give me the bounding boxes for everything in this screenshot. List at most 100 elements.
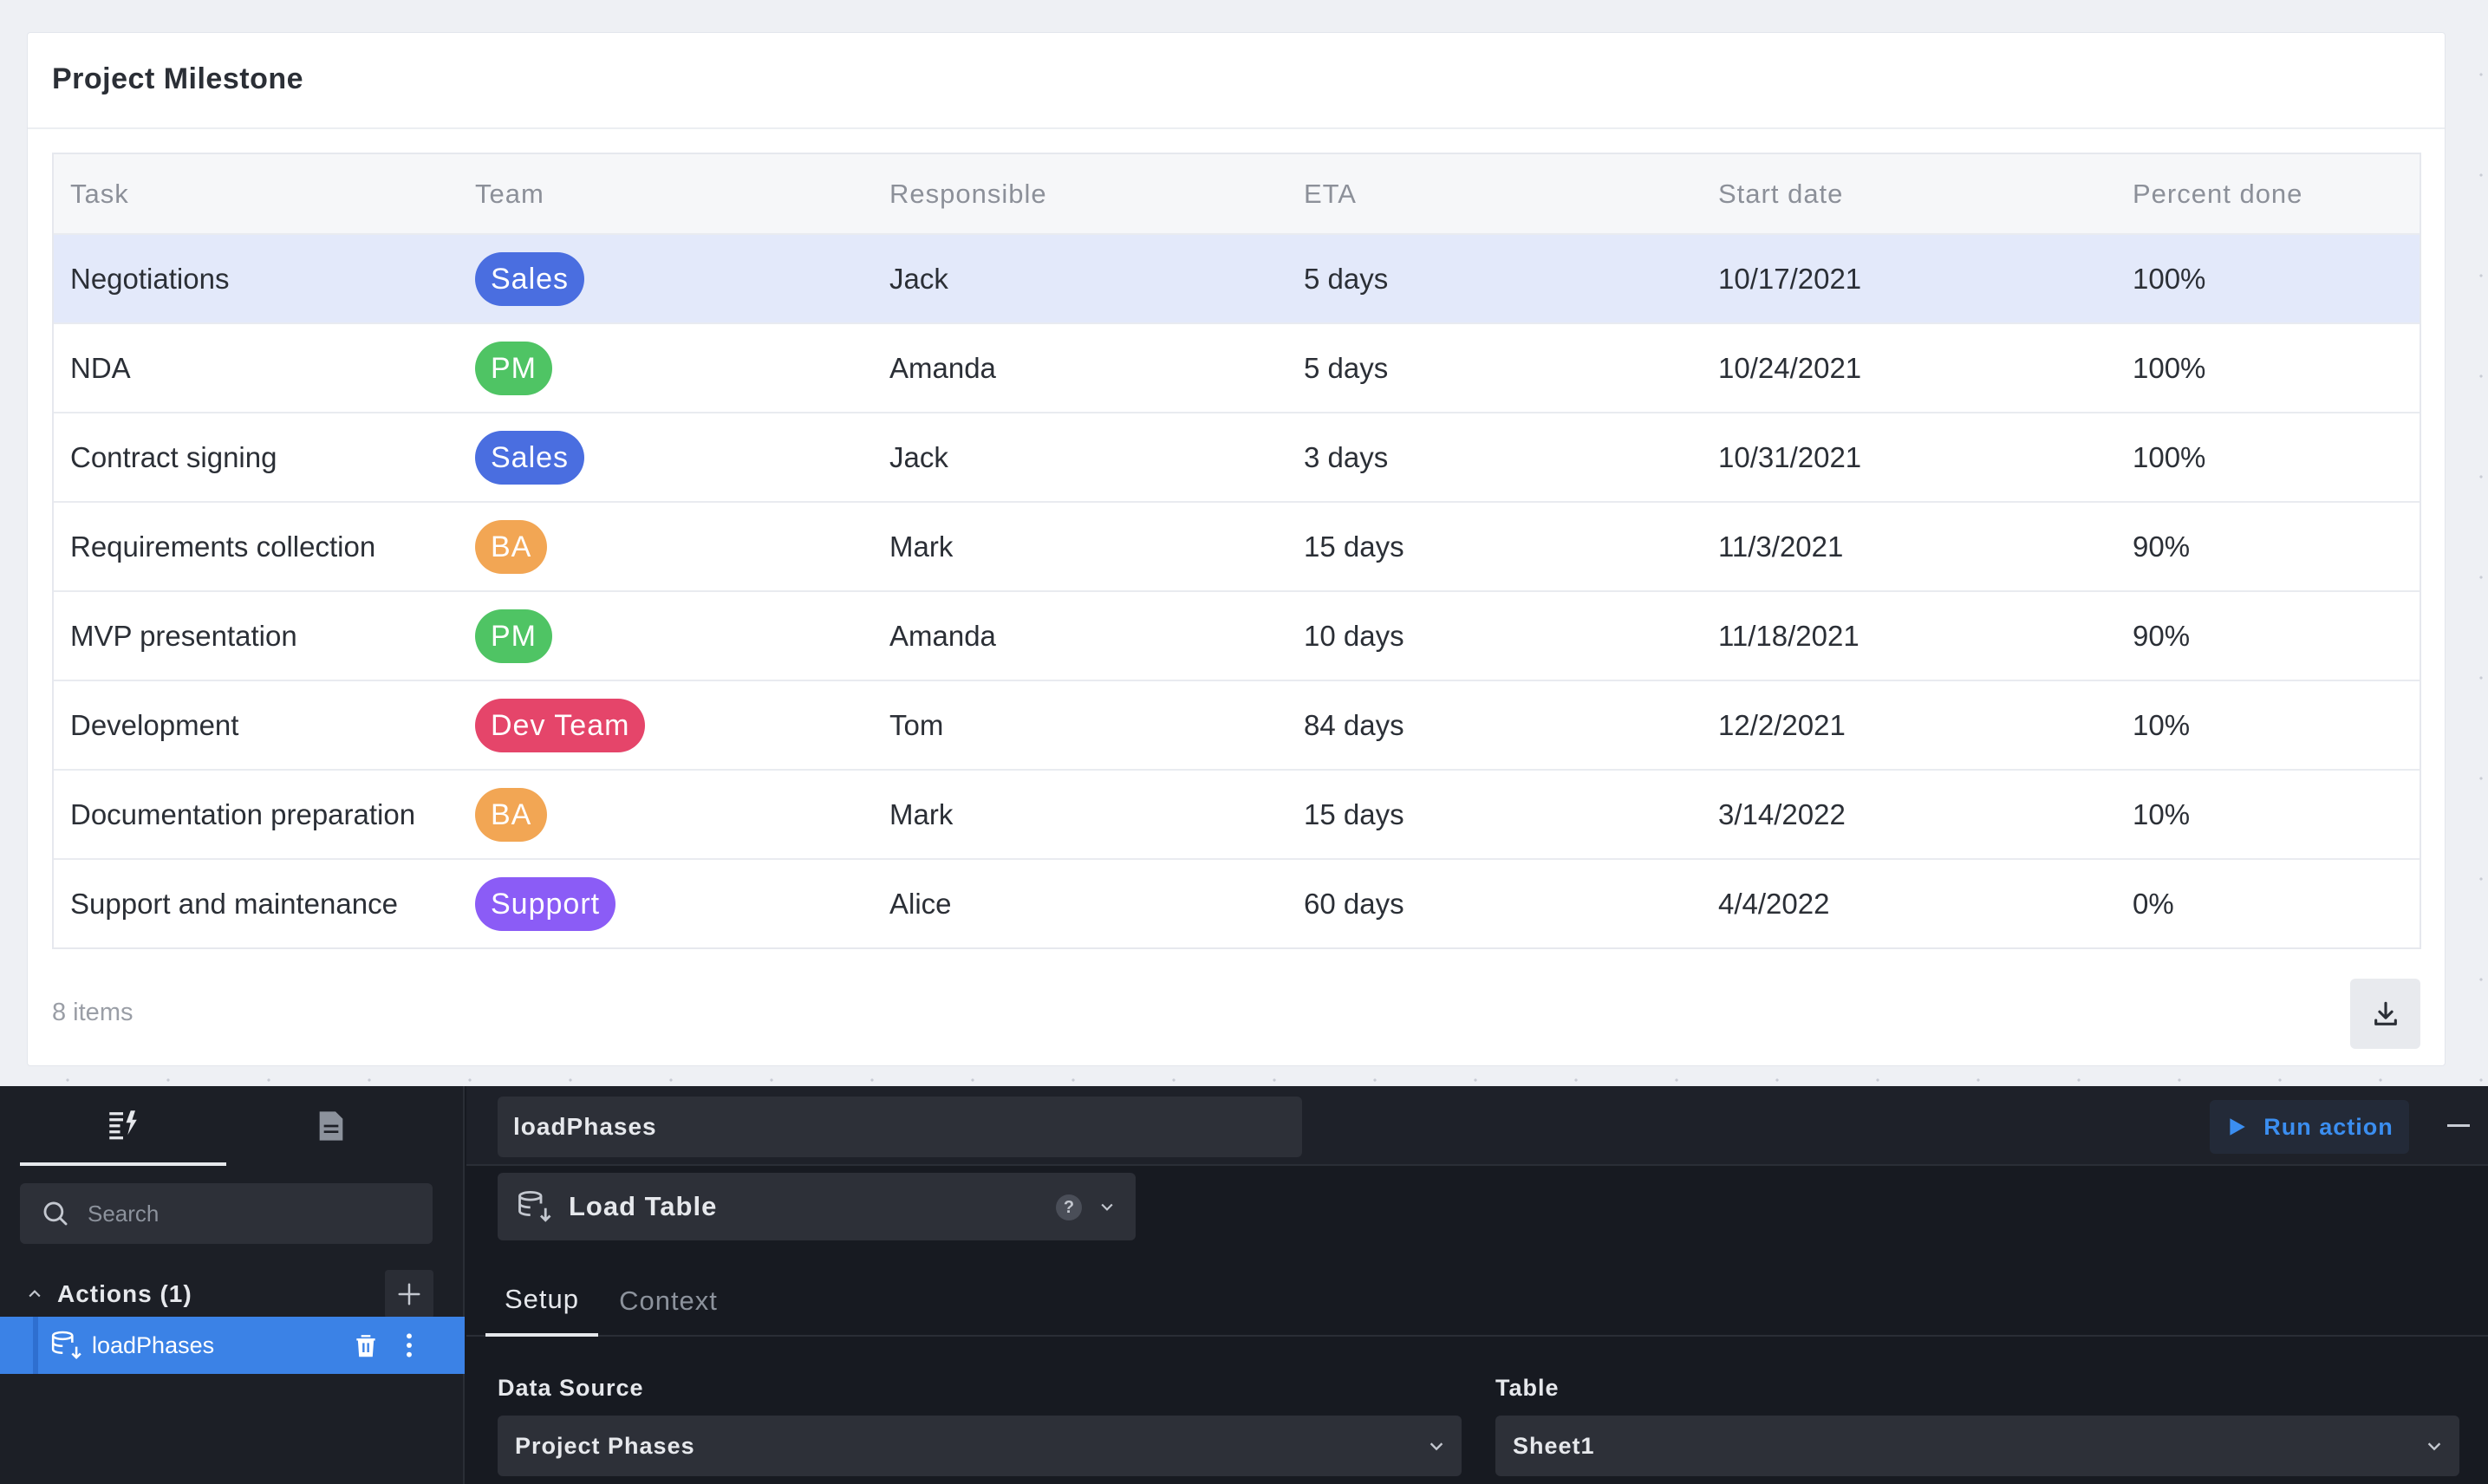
column-header-start-date[interactable]: Start date	[1702, 179, 2116, 210]
action-item-label: loadPhases	[92, 1331, 215, 1358]
more-options-icon[interactable]	[404, 1331, 414, 1359]
cell-team: Sales	[459, 430, 873, 485]
cell-start-date: 12/2/2021	[1718, 708, 1846, 741]
chevron-up-icon	[29, 1290, 41, 1298]
chevron-down-icon	[1101, 1203, 1113, 1211]
cell-start-date: 11/18/2021	[1718, 619, 1859, 652]
team-badge: Sales	[475, 251, 585, 306]
cell-task: Requirements collection	[70, 530, 376, 563]
delete-icon[interactable]	[352, 1331, 380, 1359]
table-select[interactable]: Sheet1	[1495, 1416, 2459, 1476]
tab-context[interactable]: Context	[605, 1266, 732, 1337]
table-value: Sheet1	[1513, 1432, 1595, 1459]
cell-eta: 3 days	[1304, 440, 1389, 473]
table-row[interactable]: Contract signing Sales Jack 3 days 10/31/202…	[54, 412, 2420, 501]
search-icon	[43, 1201, 68, 1226]
cell-percent-done: 90%	[2133, 530, 2191, 563]
cell-team: Support	[459, 876, 873, 931]
tab-actions[interactable]	[20, 1086, 226, 1166]
load-table-icon	[51, 1331, 81, 1360]
cell-responsible: Amanda	[889, 619, 996, 652]
cell-start-date: 4/4/2022	[1718, 887, 1830, 920]
cell-start-date: 11/3/2021	[1718, 530, 1844, 563]
data-table: Task Team Responsible ETA Start date Per…	[52, 153, 2421, 949]
action-item-loadphases[interactable]: loadPhases	[0, 1317, 465, 1374]
cell-eta: 10 days	[1304, 619, 1404, 652]
data-source-label: Data Source	[498, 1375, 644, 1401]
actions-group-header[interactable]: Actions (1)	[26, 1270, 433, 1318]
cell-team: PM	[459, 609, 873, 663]
actions-icon	[109, 1110, 137, 1140]
action-toolbar: loadPhases Run action	[466, 1086, 2488, 1166]
table-row[interactable]: Development Dev Team Tom 84 days 12/2/2021 10…	[54, 680, 2420, 769]
divider	[28, 127, 2445, 129]
team-badge: Sales	[475, 430, 585, 485]
config-tabs: Setup Context	[466, 1266, 2488, 1337]
table-row[interactable]: Requirements collection BA Mark 15 days 11/3…	[54, 501, 2420, 590]
cell-eta: 15 days	[1304, 530, 1404, 563]
cell-task: Documentation preparation	[70, 797, 416, 830]
column-header-task[interactable]: Task	[54, 179, 459, 210]
column-header-percent-done[interactable]: Percent done	[2116, 179, 2420, 210]
column-header-responsible[interactable]: Responsible	[873, 179, 1287, 210]
cell-percent-done: 100%	[2133, 262, 2206, 295]
cell-task: Development	[70, 708, 239, 741]
cell-responsible: Jack	[889, 440, 948, 473]
cell-responsible: Jack	[889, 262, 948, 295]
cell-responsible: Mark	[889, 530, 954, 563]
play-icon	[2230, 1118, 2245, 1136]
cell-start-date: 3/14/2022	[1718, 797, 1846, 830]
cell-task: Support and maintenance	[70, 887, 398, 920]
run-action-label: Run action	[2263, 1113, 2394, 1140]
cell-percent-done: 100%	[2133, 351, 2206, 384]
cell-task: NDA	[70, 351, 131, 384]
search-box	[20, 1183, 433, 1244]
add-action-button[interactable]	[385, 1270, 433, 1318]
minimize-icon[interactable]	[2447, 1124, 2470, 1127]
data-source-value: Project Phases	[515, 1432, 695, 1459]
document-icon	[319, 1111, 343, 1141]
items-count: 8 items	[52, 999, 134, 1026]
cell-responsible: Alice	[889, 887, 952, 920]
table-row[interactable]: Negotiations Sales Jack 5 days 10/17/2021 100…	[54, 233, 2420, 322]
plus-icon	[398, 1283, 420, 1305]
data-source-select[interactable]: Project Phases	[498, 1416, 1462, 1476]
cell-team: BA	[459, 787, 873, 842]
cell-percent-done: 90%	[2133, 619, 2191, 652]
chevron-down-icon	[2427, 1442, 2441, 1451]
table-row[interactable]: Support and maintenance Support Alice 60 da…	[54, 858, 2420, 947]
table-row[interactable]: MVP presentation PM Amanda 10 days 11/18/202…	[54, 590, 2420, 680]
column-header-team[interactable]: Team	[459, 179, 873, 210]
cell-eta: 60 days	[1304, 887, 1404, 920]
load-table-icon	[518, 1190, 551, 1222]
cell-team: BA	[459, 519, 873, 574]
action-type-label: Load Table	[569, 1191, 718, 1221]
table-row[interactable]: NDA PM Amanda 5 days 10/24/2021 100%	[54, 322, 2420, 412]
team-badge: PM	[475, 341, 552, 395]
cell-percent-done: 10%	[2133, 797, 2191, 830]
table-label: Table	[1495, 1375, 1560, 1401]
column-header-eta[interactable]: ETA	[1287, 179, 1702, 210]
action-config: loadPhases Run action Load Table ? Setup…	[466, 1086, 2488, 1484]
selection-indicator	[33, 1317, 38, 1374]
cell-start-date: 10/31/2021	[1718, 440, 1862, 473]
action-name-input[interactable]: loadPhases	[498, 1097, 1302, 1157]
team-badge: BA	[475, 519, 548, 574]
cell-eta: 5 days	[1304, 262, 1389, 295]
cell-percent-done: 0%	[2133, 887, 2174, 920]
cell-eta: 5 days	[1304, 351, 1389, 384]
help-icon[interactable]: ?	[1056, 1194, 1082, 1220]
table-row[interactable]: Documentation preparation BA Mark 15 days 3/…	[54, 769, 2420, 858]
chevron-down-icon	[1430, 1442, 1443, 1451]
run-action-button[interactable]: Run action	[2210, 1100, 2409, 1154]
cell-percent-done: 10%	[2133, 708, 2191, 741]
tab-documents[interactable]	[228, 1086, 434, 1166]
search-input[interactable]	[88, 1200, 417, 1227]
team-badge: PM	[475, 609, 552, 663]
action-type-select[interactable]: Load Table ?	[498, 1173, 1136, 1240]
team-badge: BA	[475, 787, 548, 842]
cell-responsible: Tom	[889, 708, 944, 741]
table-card: Project Milestone Task Team Responsible …	[27, 32, 2446, 1066]
tab-setup[interactable]: Setup	[485, 1266, 598, 1337]
download-button[interactable]	[2350, 979, 2420, 1049]
